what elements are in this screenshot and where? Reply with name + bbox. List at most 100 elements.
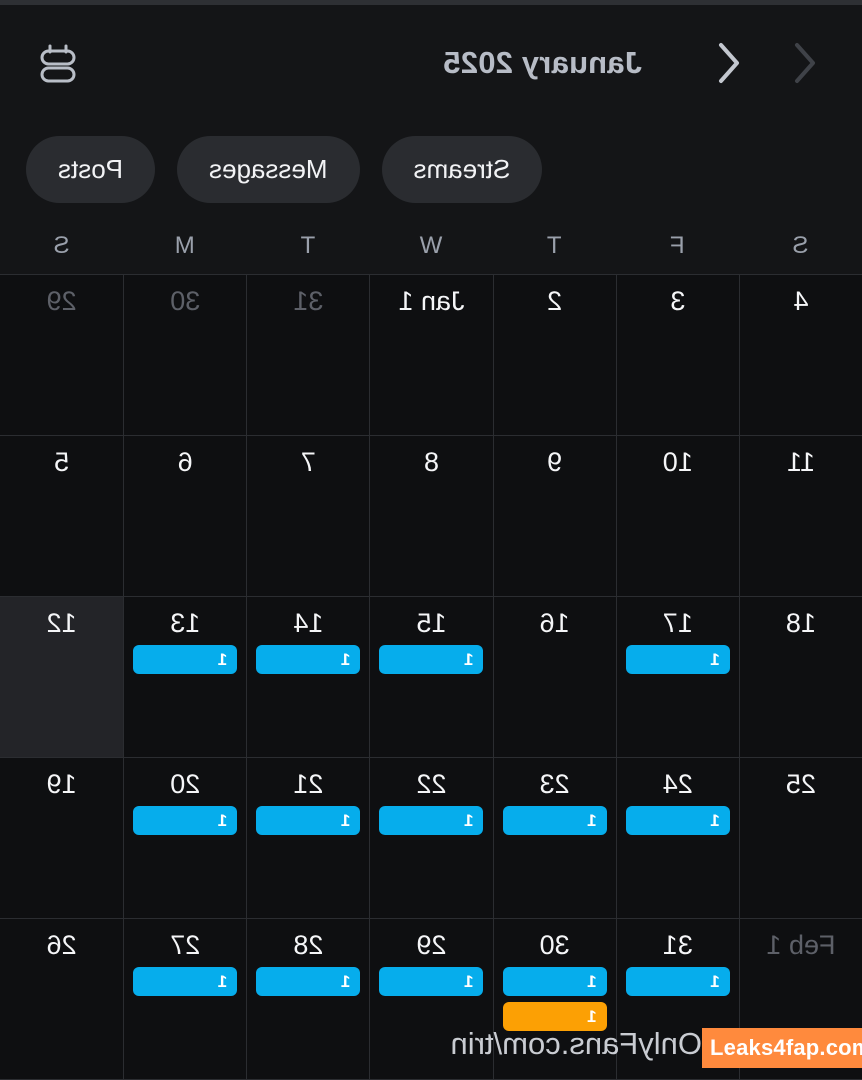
day-number: 9 [547, 447, 563, 477]
day-number: 17 [662, 608, 693, 638]
calendar-day-cell[interactable]: Jan 1 [369, 275, 493, 436]
day-event-badges: 1 [133, 806, 238, 836]
event-count-badge[interactable]: 1 [379, 967, 484, 997]
calendar-day-cell[interactable]: 4 [738, 275, 862, 436]
day-event-badges: 1 [379, 806, 484, 836]
weekday-label: S [53, 232, 70, 259]
event-count-badge[interactable]: 1 [502, 967, 607, 997]
day-number: 8 [424, 447, 440, 477]
calendar-day-cell[interactable]: 29 [0, 275, 124, 436]
day-event-badges: 1 [625, 967, 730, 997]
calendar-day-cell[interactable]: 26 [0, 919, 124, 1080]
agenda-view-icon[interactable] [30, 35, 86, 91]
weekday-label: M [174, 232, 195, 259]
day-event-badges: 1 [379, 967, 484, 997]
event-count-badge[interactable]: 1 [133, 645, 238, 675]
day-number: Feb 1 [766, 930, 836, 960]
event-count-badge[interactable]: 1 [256, 645, 361, 675]
month-navigation: January 2025 [443, 34, 828, 92]
calendar-day-cell[interactable]: 17 1 [615, 597, 739, 758]
weekday-label: T [546, 232, 562, 259]
calendar-day-cell[interactable]: 12 [0, 597, 124, 758]
event-count-badge[interactable]: 1 [625, 967, 730, 997]
calendar-day-cell[interactable]: 9 [492, 436, 616, 597]
calendar-day-cell[interactable]: 14 1 [246, 597, 370, 758]
calendar-day-cell[interactable]: 30 [123, 275, 247, 436]
calendar-day-cell[interactable]: 23 1 [492, 758, 616, 919]
calendar-day-cell[interactable]: 10 [615, 436, 739, 597]
calendar-day-cell[interactable]: 27 1 [123, 919, 247, 1080]
day-number: 28 [293, 930, 324, 960]
event-count-badge[interactable]: 1 [379, 645, 484, 675]
page-title: January 2025 [443, 44, 642, 80]
calendar-day-cell[interactable]: 8 [369, 436, 493, 597]
calendar-day-cell[interactable]: 2 [492, 275, 616, 436]
calendar-day-cell[interactable]: 18 [738, 597, 862, 758]
day-number: 24 [662, 769, 693, 799]
calendar-day-cell[interactable]: 11 [738, 436, 862, 597]
day-event-badges: 1 [256, 967, 361, 997]
day-number: 14 [293, 608, 324, 638]
day-number: 7 [300, 447, 316, 477]
day-event-badges: 1 [379, 645, 484, 675]
calendar-day-cell[interactable]: 5 [0, 436, 124, 597]
calendar-day-cell[interactable]: 13 1 [123, 597, 247, 758]
weekday-header-row: SFTWTMS [0, 218, 862, 274]
calendar-day-cell[interactable]: 6 [123, 436, 247, 597]
calendar-day-cell[interactable]: 21 1 [246, 758, 370, 919]
calendar-day-cell[interactable]: 15 1 [369, 597, 493, 758]
next-month-button[interactable] [782, 34, 828, 92]
mirrored-screen-wrapper: January 2025 Streams Messages Posts S F T W… [0, 0, 862, 1080]
event-count-badge[interactable]: 1 [502, 1002, 607, 1032]
prev-month-button[interactable] [706, 34, 752, 92]
day-number: 26 [46, 930, 77, 960]
calendar-day-cell[interactable]: 30 1 1 [492, 919, 616, 1080]
event-count-badge[interactable]: 1 [625, 645, 730, 675]
day-number: 4 [793, 286, 809, 316]
filter-pill-group: Streams Messages Posts [0, 120, 862, 218]
weekday-label: F [669, 232, 685, 259]
event-count-badge[interactable]: 1 [133, 967, 238, 997]
event-count-badge[interactable]: 1 [133, 806, 238, 836]
day-number: 11 [786, 447, 815, 477]
calendar-day-cell[interactable]: 31 [246, 275, 370, 436]
event-count-badge[interactable]: 1 [256, 967, 361, 997]
weekday-label: W [419, 232, 443, 259]
weekday-label: T [300, 232, 316, 259]
calendar-day-cell[interactable]: 7 [246, 436, 370, 597]
day-number: 23 [539, 769, 570, 799]
event-count-badge[interactable]: 1 [379, 806, 484, 836]
event-count-badge[interactable]: 1 [256, 806, 361, 836]
calendar-header: January 2025 [0, 5, 862, 120]
calendar-day-cell[interactable]: 24 1 [615, 758, 739, 919]
calendar-day-cell[interactable]: 19 [0, 758, 124, 919]
calendar-grid: 4 3 2 Jan 1 31 30 29 11 10 9 8 7 6 5 18 17 1 16 15 1 14 1 13 1 1… [0, 274, 862, 1080]
day-number: 31 [662, 930, 693, 960]
filter-pill-posts[interactable]: Posts [26, 135, 156, 203]
day-number: 31 [293, 286, 324, 316]
calendar-day-cell[interactable]: 29 1 [369, 919, 493, 1080]
calendar-day-cell[interactable]: 28 1 [246, 919, 370, 1080]
day-number: 30 [539, 930, 570, 960]
day-number: 27 [170, 930, 201, 960]
day-event-badges: 1 [133, 967, 238, 997]
event-count-badge[interactable]: 1 [625, 806, 730, 836]
day-number: 20 [170, 769, 201, 799]
day-event-badges: 11 [502, 967, 607, 1032]
day-number: 16 [539, 608, 570, 638]
calendar-app: January 2025 Streams Messages Posts S F T W… [0, 0, 862, 1080]
day-number: 21 [293, 769, 324, 799]
filter-pill-messages[interactable]: Messages [177, 135, 360, 203]
day-event-badges: 1 [625, 645, 730, 675]
calendar-day-cell[interactable]: 20 1 [123, 758, 247, 919]
calendar-day-cell[interactable]: 22 1 [369, 758, 493, 919]
calendar-day-cell[interactable]: 16 [492, 597, 616, 758]
calendar-day-cell[interactable]: 25 [738, 758, 862, 919]
day-event-badges: 1 [502, 806, 607, 836]
event-count-badge[interactable]: 1 [502, 806, 607, 836]
filter-pill-streams[interactable]: Streams [381, 135, 543, 203]
calendar-day-cell[interactable]: 3 [615, 275, 739, 436]
day-event-badges: 1 [625, 806, 730, 836]
day-number: 19 [46, 769, 77, 799]
day-event-badges: 1 [133, 645, 238, 675]
